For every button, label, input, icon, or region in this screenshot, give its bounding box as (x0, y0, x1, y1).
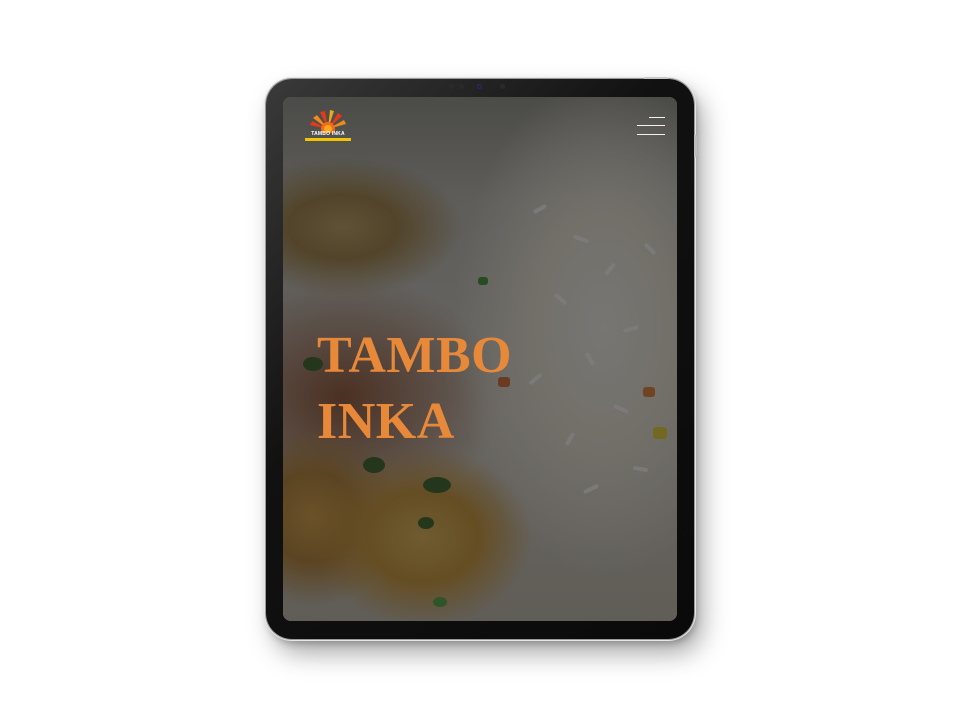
tablet-volume-button (694, 135, 697, 157)
menu-line (637, 134, 665, 135)
sun-logo-icon (310, 110, 346, 133)
menu-line (637, 125, 665, 126)
front-camera-bar (445, 84, 515, 90)
page-stage: TAMBO INKA TAMBO INKA (0, 0, 960, 720)
hero-title-line-2: INKA (317, 393, 455, 450)
camera-lens (477, 84, 482, 89)
tablet-screen: TAMBO INKA TAMBO INKA (283, 97, 677, 621)
top-nav: TAMBO INKA (283, 97, 677, 157)
tablet-power-button (644, 77, 668, 79)
hero-title-line-1: TAMBO (317, 327, 513, 384)
logo-wordmark: TAMBO INKA (311, 131, 345, 137)
logo-underline-bar (305, 138, 351, 141)
hamburger-menu-icon[interactable] (637, 115, 665, 139)
sensor-dot (449, 84, 454, 89)
menu-line (649, 117, 665, 118)
sensor-dot (500, 84, 505, 89)
hero-title: TAMBO INKA (317, 323, 577, 455)
tablet-device-frame: TAMBO INKA TAMBO INKA (266, 77, 697, 639)
sensor-dot (459, 84, 464, 89)
tambo-inka-logo[interactable]: TAMBO INKA (303, 107, 353, 143)
